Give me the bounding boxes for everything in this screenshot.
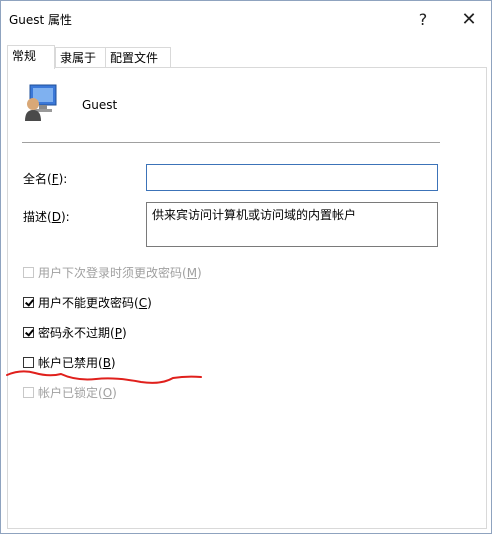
user-computer-icon [25, 84, 57, 121]
separator [22, 142, 440, 143]
red-underline-annotation [6, 370, 202, 384]
must-change-password-checkbox[interactable] [23, 266, 34, 278]
window-title: Guest 属性 [9, 13, 73, 27]
tab-profile[interactable]: 配置文件 [105, 47, 171, 68]
user-name: Guest [82, 98, 118, 112]
general-panel: Guest 全名(F): 描述(D): 供来宾访问计算机或访问域的内置帐户 用户… [7, 67, 487, 529]
password-never-expires-label: 密码永不过期(P) [38, 325, 127, 340]
title-bar: Guest 属性 ? ✕ [1, 1, 491, 37]
must-change-password-option[interactable]: 用户下次登录时须更改密码(M) [23, 264, 202, 280]
password-never-expires-option[interactable]: 密码永不过期(P) [23, 324, 127, 340]
cannot-change-password-label: 用户不能更改密码(C) [38, 295, 152, 310]
close-button[interactable]: ✕ [447, 5, 491, 33]
fullname-label: 全名(F): [23, 172, 68, 186]
tab-general[interactable]: 常规 [7, 45, 55, 69]
cannot-change-password-checkbox[interactable] [23, 296, 34, 308]
help-button[interactable]: ? [401, 5, 445, 33]
fullname-input[interactable] [146, 164, 438, 191]
tab-member-of[interactable]: 隶属于 [55, 47, 107, 68]
password-never-expires-checkbox[interactable] [23, 326, 34, 338]
cannot-change-password-option[interactable]: 用户不能更改密码(C) [23, 294, 152, 310]
description-label: 描述(D): [23, 210, 70, 224]
close-icon: ✕ [461, 8, 477, 30]
tab-strip: 常规 隶属于 配置文件 [7, 45, 487, 69]
must-change-password-label: 用户下次登录时须更改密码(M) [38, 265, 202, 280]
properties-dialog: Guest 属性 ? ✕ 常规 隶属于 配置文件 Guest 全名(F): 描述… [0, 0, 492, 534]
description-input[interactable]: 供来宾访问计算机或访问域的内置帐户 [146, 202, 438, 247]
help-icon: ? [418, 9, 428, 29]
